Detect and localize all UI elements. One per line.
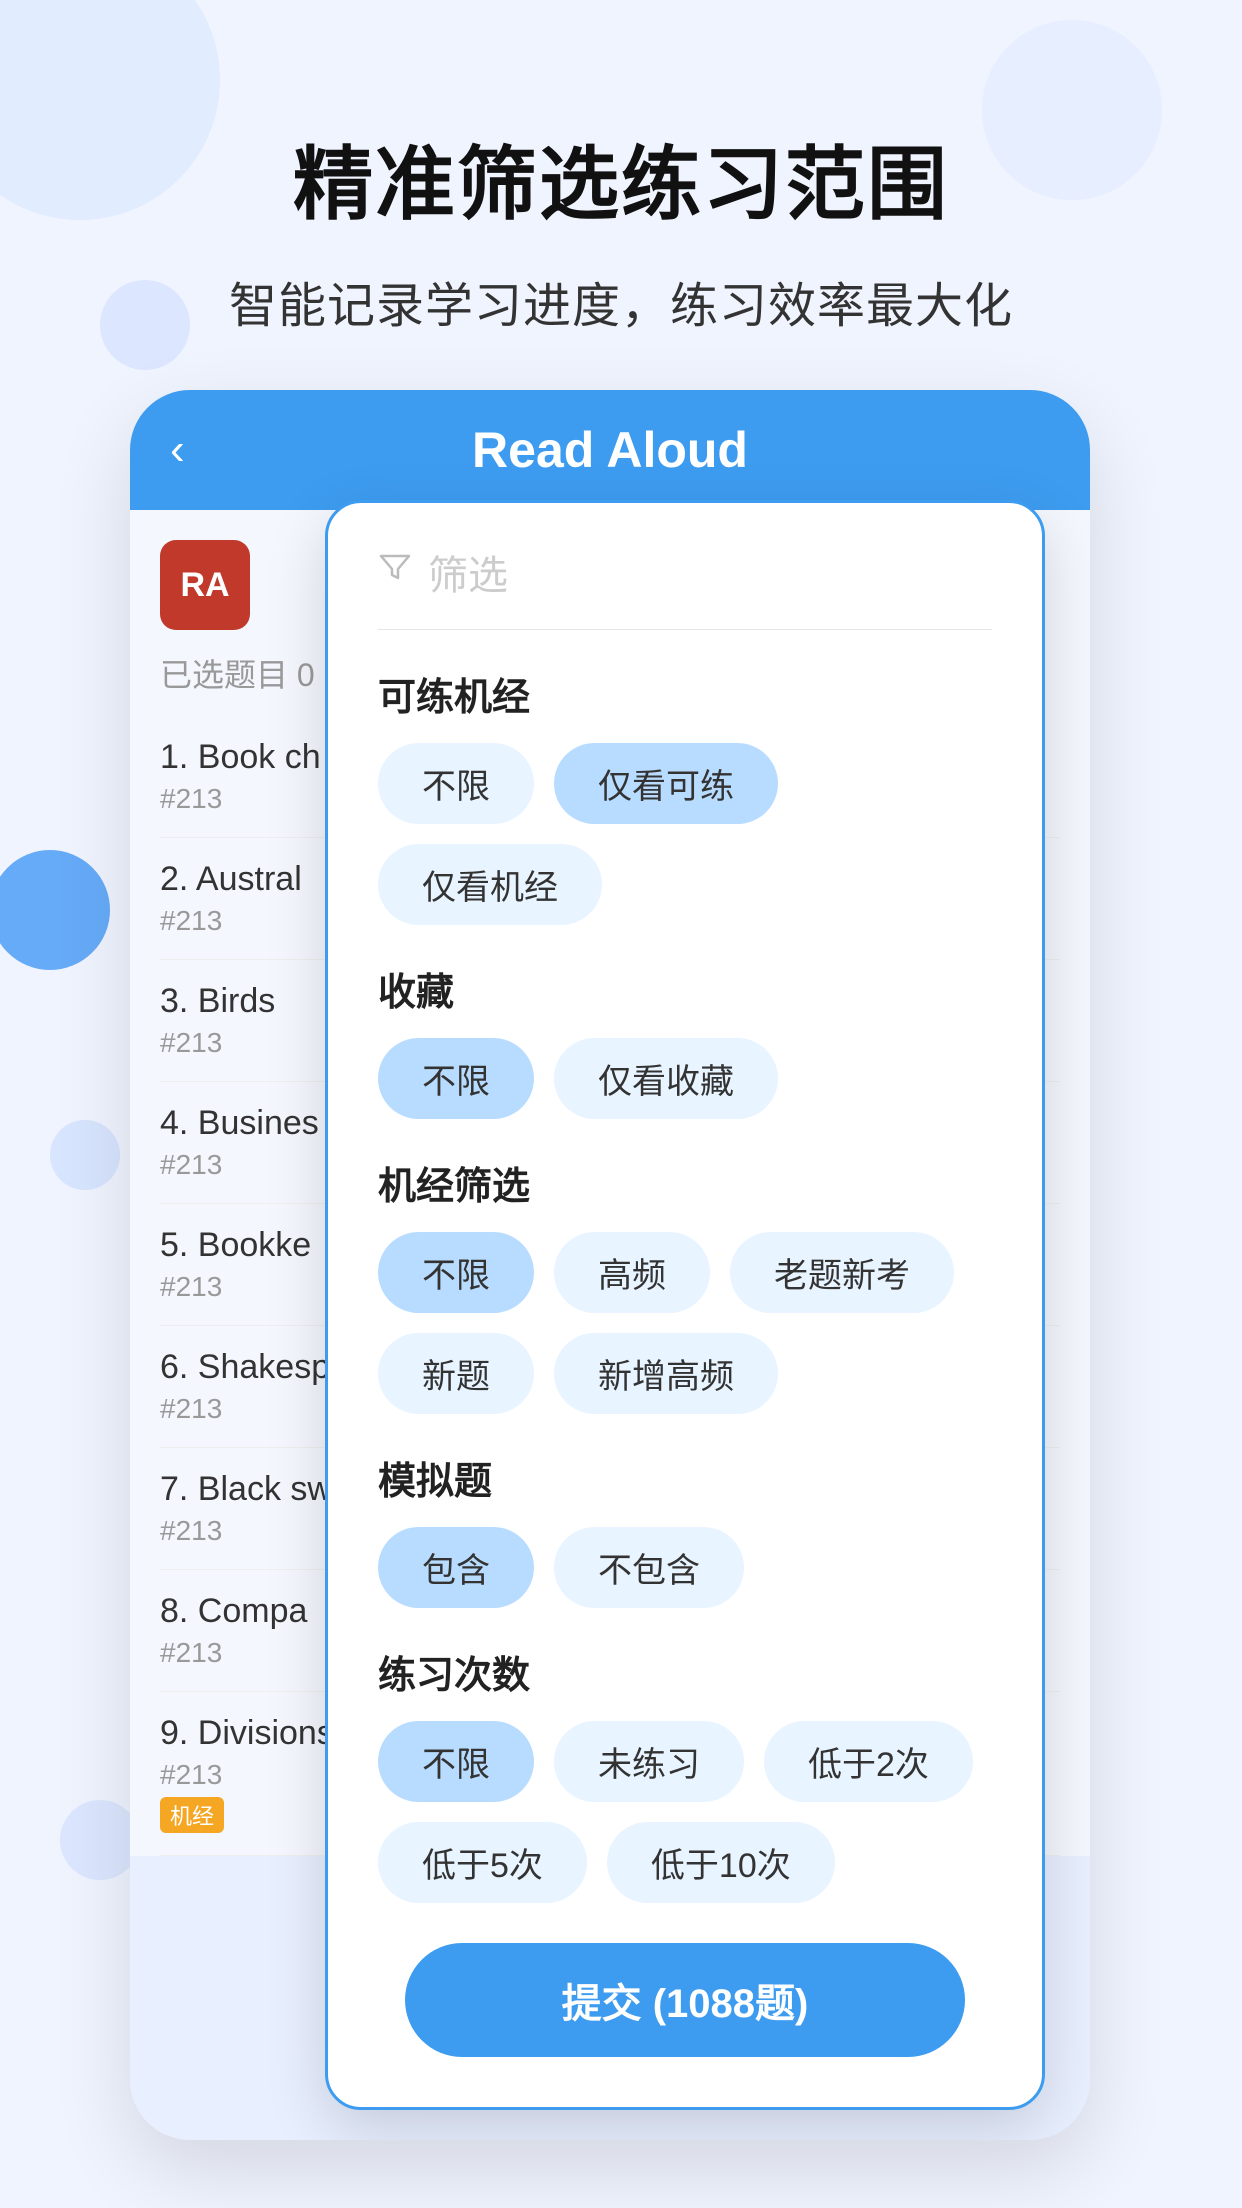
submit-btn-area: 提交 (1088题) (378, 1943, 992, 2057)
filter-section-jijing-filter: 机经筛选 不限 高频 老题新考 新题 新增高频 (378, 1155, 992, 1414)
filter-section-practice-count: 练习次数 不限 未练习 低于2次 低于5次 低于10次 (378, 1644, 992, 1903)
filter-section-label-mock: 模拟题 (378, 1450, 992, 1505)
jijing-tag: 机经 (160, 1797, 224, 1833)
filter-btn-lt10[interactable]: 低于10次 (607, 1822, 835, 1903)
filter-section-label-practice-count: 练习次数 (378, 1644, 992, 1699)
filter-section-mock: 模拟题 包含 不包含 (378, 1450, 992, 1608)
ra-badge: RA (160, 540, 250, 630)
phone-mock: ‹ Read Aloud RA 已选题目 0 1. Book ch #213 2… (130, 390, 1090, 2140)
filter-btn-include[interactable]: 包含 (378, 1527, 534, 1608)
page-header: 精准筛选练习范围 智能记录学习进度，练习效率最大化 (0, 120, 1242, 336)
submit-button[interactable]: 提交 (1088题) (405, 1943, 965, 2057)
filter-options-practice-count: 不限 未练习 低于2次 低于5次 低于10次 (378, 1721, 992, 1903)
filter-btn-only-practice[interactable]: 仅看可练 (554, 743, 778, 824)
filter-header: 筛选 (378, 543, 992, 630)
filter-btn-lt5[interactable]: 低于5次 (378, 1822, 587, 1903)
bg-circle-left-small (50, 1120, 120, 1190)
page-title: 精准筛选练习范围 (0, 120, 1242, 236)
filter-btn-only-fav[interactable]: 仅看收藏 (554, 1038, 778, 1119)
filter-btn-unlimit-jijing-filter[interactable]: 不限 (378, 1232, 534, 1313)
filter-btn-unlimit-favorite[interactable]: 不限 (378, 1038, 534, 1119)
filter-btn-lt2[interactable]: 低于2次 (764, 1721, 973, 1802)
filter-btn-unlimit-jijing[interactable]: 不限 (378, 743, 534, 824)
filter-btn-new-high-freq[interactable]: 新增高频 (554, 1333, 778, 1414)
filter-options-jijing: 不限 仅看可练 仅看机经 (378, 743, 992, 925)
filter-btn-high-freq[interactable]: 高频 (554, 1232, 710, 1313)
filter-btn-new[interactable]: 新题 (378, 1333, 534, 1414)
filter-section-label-favorite: 收藏 (378, 961, 992, 1016)
bg-circle-left-bottom (60, 1800, 140, 1880)
filter-options-jijing-filter: 不限 高频 老题新考 新题 新增高频 (378, 1232, 992, 1414)
page-subtitle: 智能记录学习进度，练习效率最大化 (0, 266, 1242, 336)
filter-section-label-jijing-filter: 机经筛选 (378, 1155, 992, 1210)
app-title: Read Aloud (472, 421, 748, 479)
back-button[interactable]: ‹ (170, 425, 185, 475)
filter-btn-exclude[interactable]: 不包含 (554, 1527, 744, 1608)
filter-icon (378, 551, 412, 594)
filter-btn-unlimit-count[interactable]: 不限 (378, 1721, 534, 1802)
filter-options-favorite: 不限 仅看收藏 (378, 1038, 992, 1119)
filter-options-mock: 包含 不包含 (378, 1527, 992, 1608)
filter-section-jijing: 可练机经 不限 仅看可练 仅看机经 (378, 666, 992, 925)
app-header: ‹ Read Aloud (130, 390, 1090, 510)
filter-section-label-jijing: 可练机经 (378, 666, 992, 721)
filter-title: 筛选 (428, 543, 508, 601)
filter-section-favorite: 收藏 不限 仅看收藏 (378, 961, 992, 1119)
filter-btn-only-jijing[interactable]: 仅看机经 (378, 844, 602, 925)
filter-modal: 筛选 可练机经 不限 仅看可练 仅看机经 收藏 不限 仅看收藏 机经筛选 不限 … (325, 500, 1045, 2110)
bg-circle-left-mid (0, 850, 110, 970)
filter-btn-never[interactable]: 未练习 (554, 1721, 744, 1802)
filter-btn-old-new[interactable]: 老题新考 (730, 1232, 954, 1313)
